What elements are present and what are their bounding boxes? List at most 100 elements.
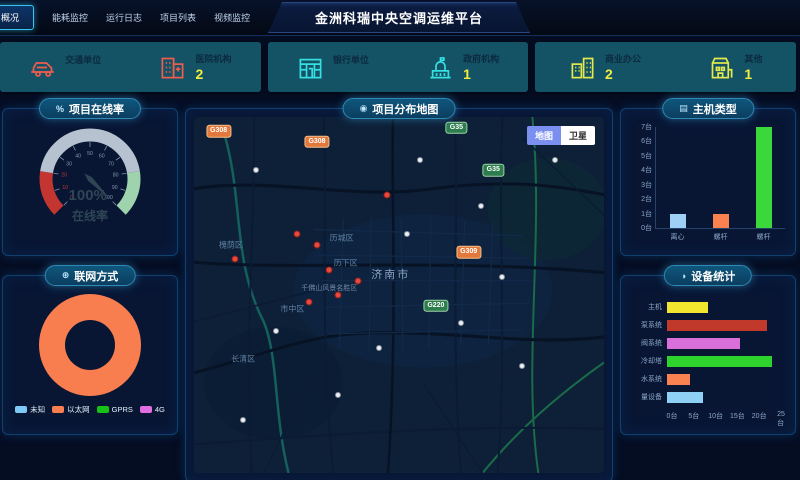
device-row: 量设备 xyxy=(631,390,781,404)
y-axis-tick: 6台 xyxy=(641,136,652,146)
panel-title: 设备统计 xyxy=(691,268,735,284)
car-icon xyxy=(29,54,56,81)
legend-label: 以太网 xyxy=(67,404,90,415)
stat-label: 其他 xyxy=(744,52,762,65)
tab-overview[interactable]: 概况 xyxy=(0,5,34,30)
legend-swatch xyxy=(140,406,152,413)
svg-text:50: 50 xyxy=(87,151,93,157)
map-pin-icon: ◉ xyxy=(360,103,368,114)
device-row: 主机 xyxy=(631,300,781,314)
device-row: 冷却塔 xyxy=(631,354,781,368)
project-marker-icon[interactable] xyxy=(355,277,362,284)
svg-text:80: 80 xyxy=(113,173,119,179)
device-label: 主机 xyxy=(631,302,667,312)
road-badge: G309 xyxy=(457,247,480,257)
poi-marker-icon xyxy=(417,157,423,163)
panel-header-online-rate: % 项目在线率 xyxy=(39,98,141,119)
percent-icon: % xyxy=(56,104,64,114)
host-type-chart: 0台1台2台3台4台5台6台7台离心螺杆螺杆 xyxy=(655,127,785,229)
x-axis-tick: 0台 xyxy=(667,411,678,421)
bank-icon xyxy=(297,54,324,81)
map-canvas[interactable]: 地图 卫星 济南市历城区历下区槐荫区市中区长清区千佛山风景名胜区G308G308… xyxy=(194,117,604,473)
page-title: 金洲科瑞中央空调运维平台 xyxy=(315,8,483,27)
x-axis-label: 离心 xyxy=(671,232,685,242)
legend-swatch xyxy=(15,406,27,413)
project-marker-icon[interactable] xyxy=(326,267,333,274)
project-marker-icon[interactable] xyxy=(383,192,390,199)
right-column: ▤ 主机类型 0台1台2台3台4台5台6台7台离心螺杆螺杆 ◑ 设备统计 主机泵… xyxy=(620,108,796,480)
tab-project-list[interactable]: 项目列表 xyxy=(160,11,196,24)
device-label: 冷却塔 xyxy=(631,356,667,366)
project-marker-icon[interactable] xyxy=(305,299,312,306)
poi-marker-icon xyxy=(478,203,484,209)
road-badge: G35 xyxy=(447,122,466,132)
poi-marker-icon xyxy=(376,345,382,351)
tab-run-log[interactable]: 运行日志 xyxy=(106,11,142,24)
legend-item[interactable]: 4G xyxy=(140,404,165,415)
x-axis-tick: 10台 xyxy=(708,411,723,421)
panel-title: 项目分布地图 xyxy=(372,101,438,117)
stat-transport: 交通单位 xyxy=(29,53,101,82)
stat-value: 2 xyxy=(605,66,641,82)
network-icon: ⊕ xyxy=(62,270,70,281)
host-type-icon: ▤ xyxy=(679,103,688,114)
device-label: 水系统 xyxy=(631,374,667,384)
y-axis-tick: 1台 xyxy=(641,209,652,219)
legend-item[interactable]: GPRS xyxy=(97,404,133,415)
stat-value: 1 xyxy=(463,66,499,82)
map-label-district: 历下区 xyxy=(334,257,358,268)
legend-label: 未知 xyxy=(30,404,45,415)
project-marker-icon[interactable] xyxy=(334,292,341,299)
device-stats-icon: ◑ xyxy=(681,271,686,281)
road-badge: G308 xyxy=(305,137,328,147)
y-axis-tick: 4台 xyxy=(641,165,652,175)
legend-item[interactable]: 以太网 xyxy=(52,404,90,415)
bar-量设备 xyxy=(667,392,703,403)
stat-value xyxy=(65,67,101,82)
stats-card-bank-government: 银行单位 政府机构 1 xyxy=(268,42,529,92)
y-axis-tick: 2台 xyxy=(641,194,652,204)
x-axis-tick: 25台 xyxy=(777,411,785,428)
panel-host-type: ▤ 主机类型 0台1台2台3台4台5台6台7台离心螺杆螺杆 xyxy=(620,108,796,256)
panel-header-map: ◉ 项目分布地图 xyxy=(343,98,456,119)
road-badge: G220 xyxy=(424,300,447,310)
panel-header-network: ⊕ 联网方式 xyxy=(45,265,136,286)
x-axis-tick: 20台 xyxy=(752,411,767,421)
project-marker-icon[interactable] xyxy=(293,231,300,238)
device-row: 水系统 xyxy=(631,372,781,386)
stat-hospital: 医院机构 2 xyxy=(159,52,231,82)
panel-device-stats: ◑ 设备统计 主机泵系统阀系统冷却塔水系统量设备0台5台10台15台20台25台 xyxy=(620,275,796,435)
svg-text:30: 30 xyxy=(66,162,72,168)
map-label-poi-name: 千佛山风景名胜区 xyxy=(301,283,357,293)
map-mode-button[interactable]: 地图 xyxy=(527,126,561,145)
device-label: 阀系统 xyxy=(631,338,667,348)
x-axis-label: 螺杆 xyxy=(714,232,728,242)
satellite-mode-button[interactable]: 卫星 xyxy=(561,126,595,145)
tab-energy-monitor[interactable]: 能耗监控 xyxy=(52,11,88,24)
donut-hole xyxy=(65,320,115,370)
stats-card-transport-hospital: 交通单位 医院机构 2 xyxy=(0,42,261,92)
bar-螺杆 xyxy=(713,214,729,228)
stat-value: 1 xyxy=(744,66,762,82)
svg-text:20: 20 xyxy=(61,173,67,179)
panel-title: 项目在线率 xyxy=(69,101,124,117)
stat-value xyxy=(333,67,369,82)
map-label-district: 槐荫区 xyxy=(219,240,243,251)
hospital-icon xyxy=(159,54,186,81)
bar-水系统 xyxy=(667,374,690,385)
poi-marker-icon xyxy=(458,320,464,326)
project-marker-icon[interactable] xyxy=(232,256,239,263)
svg-text:40: 40 xyxy=(75,154,81,160)
map-label-district: 市中区 xyxy=(280,304,304,315)
panel-header-host-type: ▤ 主机类型 xyxy=(662,98,754,119)
x-axis-tick: 15台 xyxy=(730,411,745,421)
project-marker-icon[interactable] xyxy=(314,242,321,249)
tab-video-monitor[interactable]: 视频监控 xyxy=(214,11,250,24)
poi-marker-icon xyxy=(240,417,246,423)
poi-marker-icon xyxy=(335,392,341,398)
legend-item[interactable]: 未知 xyxy=(15,404,45,415)
stat-office: 商业办公 2 xyxy=(569,52,641,82)
app-title-banner: 金洲科瑞中央空调运维平台 xyxy=(268,2,530,33)
stat-value: 2 xyxy=(195,66,231,82)
legend-label: 4G xyxy=(155,405,165,414)
